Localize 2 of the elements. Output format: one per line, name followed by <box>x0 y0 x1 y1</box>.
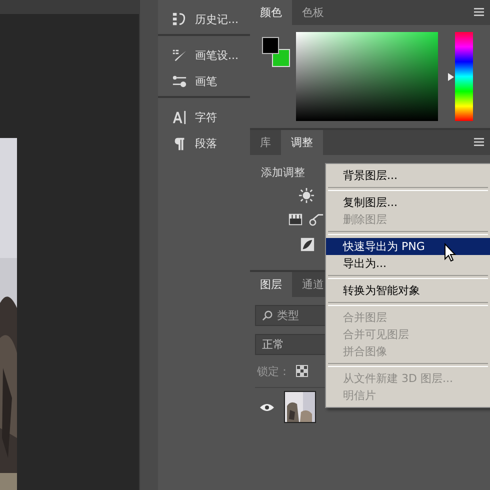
adjustments-heading: 添加调整 <box>261 165 305 180</box>
lock-label: 锁定： <box>257 364 290 378</box>
